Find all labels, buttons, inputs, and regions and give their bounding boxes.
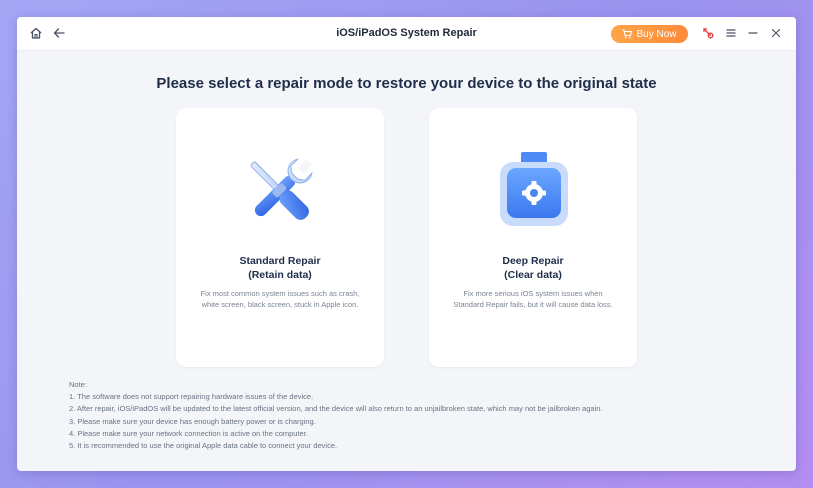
deep-repair-title: Deep Repair (Clear data) [429,254,637,282]
page-heading: Please select a repair mode to restore y… [156,75,657,92]
note-item: 4. Please make sure your network connect… [69,428,308,438]
standard-repair-title: Standard Repair (Retain data) [176,254,384,282]
card-desc-line: white screen, black screen, stuck in App… [201,300,359,309]
card-desc-line: Fix more serious iOS system issues when [463,289,603,298]
deep-repair-card[interactable]: Deep Repair (Clear data) Fix more seriou… [429,108,637,367]
notes-header: Note: [69,380,87,389]
card-subtitle-line: (Retain data) [248,269,312,281]
note-item: 1. The software does not support repairi… [69,392,314,402]
note-item: 3. Please make sure your device has enou… [69,416,316,426]
card-title-line: Deep Repair [502,255,564,267]
buy-now-button[interactable]: Buy Now [611,25,688,43]
standard-repair-card[interactable]: Standard Repair (Retain data) Fix most c… [176,108,384,367]
deep-repair-description: Fix more serious iOS system issues when … [443,288,623,310]
minimize-icon[interactable] [746,26,760,40]
close-icon[interactable] [769,26,783,40]
toolbox-icon [490,148,576,239]
wrench-screwdriver-icon [237,148,323,239]
card-subtitle-line: (Clear data) [504,269,562,281]
cart-icon [622,29,633,39]
menu-icon[interactable] [724,26,738,40]
note-item: 2. After repair, iOS/iPadOS will be upda… [69,404,603,414]
notes-section: Note: 1. The software does not support r… [69,379,603,452]
note-item: 5. It is recommended to use the original… [69,441,338,451]
card-desc-line: Standard Repair fails, but it will cause… [453,300,613,309]
feedback-icon[interactable] [701,26,715,40]
standard-repair-description: Fix most common system issues such as cr… [190,288,370,310]
title-bar: iOS/iPadOS System Repair Buy Now [17,17,796,51]
buy-now-label: Buy Now [636,28,677,40]
card-desc-line: Fix most common system issues such as cr… [200,289,360,298]
card-title-line: Standard Repair [239,255,321,267]
app-window: iOS/iPadOS System Repair Buy Now Please … [17,17,796,471]
